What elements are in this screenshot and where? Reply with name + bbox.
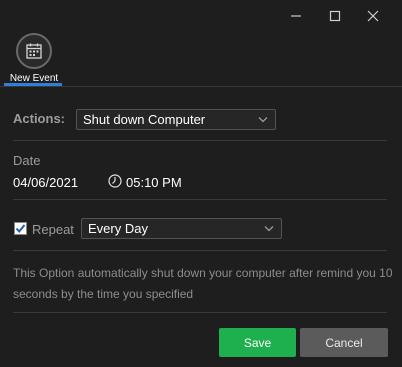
section-divider	[13, 250, 387, 251]
minimize-icon	[291, 15, 301, 17]
toolbar-divider	[0, 86, 402, 87]
maximize-button[interactable]	[315, 4, 355, 28]
calendar-icon	[26, 43, 42, 59]
repeat-label[interactable]: Repeat	[32, 222, 74, 237]
repeat-dropdown-value: Every Day	[88, 221, 148, 236]
chevron-down-icon	[258, 116, 268, 122]
cancel-button[interactable]: Cancel	[300, 328, 388, 357]
toolbar: New Event	[0, 30, 402, 90]
actions-dropdown-value: Shut down Computer	[83, 112, 206, 127]
date-field[interactable]: 04/06/2021	[13, 175, 78, 190]
clock-icon	[108, 174, 122, 188]
minimize-button[interactable]	[276, 4, 316, 28]
section-divider	[13, 140, 387, 141]
date-label: Date	[13, 153, 41, 168]
repeat-checkbox[interactable]	[14, 222, 27, 235]
close-button[interactable]	[353, 4, 393, 28]
time-field[interactable]: 05:10 PM	[126, 175, 182, 190]
actions-dropdown[interactable]: Shut down Computer	[76, 109, 276, 130]
chevron-down-icon	[264, 225, 274, 231]
actions-label: Actions:	[13, 111, 65, 126]
new-event-icon-circle	[16, 33, 52, 69]
save-button[interactable]: Save	[219, 328, 296, 357]
section-divider	[13, 199, 387, 200]
footer-divider	[13, 312, 387, 313]
description-text: This Option automatically shut down your…	[13, 266, 393, 301]
new-event-tab[interactable]: New Event	[4, 30, 64, 88]
checkmark-icon	[15, 224, 26, 234]
close-icon	[367, 10, 379, 22]
repeat-dropdown[interactable]: Every Day	[81, 218, 282, 239]
maximize-icon	[329, 10, 341, 22]
